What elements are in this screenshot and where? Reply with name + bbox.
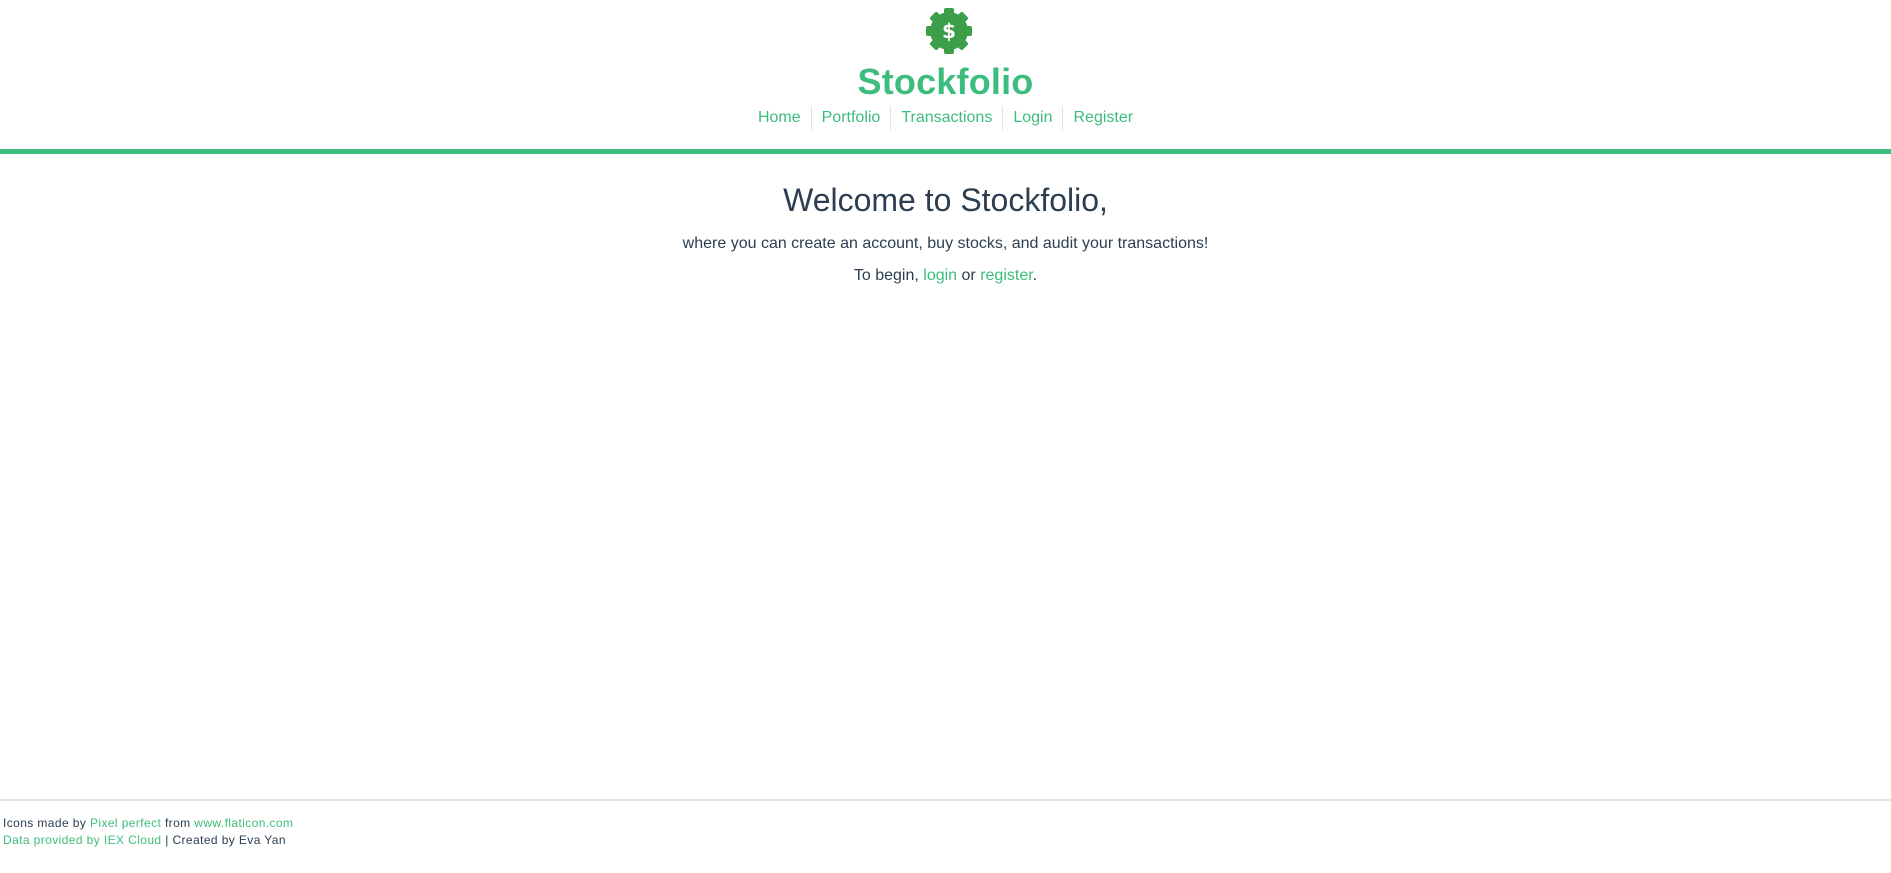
begin-prefix: To begin, [853, 267, 924, 284]
welcome-title: Welcome to Stockfolio, [783, 182, 1108, 218]
flaticon-link[interactable]: www.flaticon.com [194, 816, 293, 830]
nav-login-link[interactable]: Login [1002, 106, 1062, 130]
or-text: or [957, 267, 981, 284]
site-brand[interactable]: Stockfolio [0, 58, 1891, 106]
footer-created-by: | Created by Eva Yan [161, 833, 286, 847]
site-header: $ Stockfolio Home Portfolio Transactions… [0, 0, 1891, 150]
begin-text: To begin, login or register. [0, 264, 1891, 288]
register-link[interactable]: register [980, 267, 1032, 284]
nav-transactions-link[interactable]: Transactions [890, 106, 1002, 130]
nav-register-link[interactable]: Register [1062, 106, 1143, 130]
login-link[interactable]: login [923, 267, 957, 284]
svg-text:$: $ [942, 19, 956, 43]
footer-credits-line: Icons made by Pixel perfect from www.fla… [3, 815, 293, 832]
pixel-perfect-link[interactable]: Pixel perfect [90, 816, 161, 830]
page: $ Stockfolio Home Portfolio Transactions… [0, 0, 1891, 873]
welcome-subtitle: where you can create an account, buy sto… [682, 235, 1209, 252]
begin-suffix: . [1032, 267, 1038, 284]
main-content: Welcome to Stockfolio, where you can cre… [0, 178, 1891, 288]
site-footer: Icons made by Pixel perfect from www.fla… [3, 815, 293, 849]
iex-cloud-link[interactable]: Data provided by IEX Cloud [3, 833, 161, 847]
footer-data-line: Data provided by IEX Cloud | Created by … [3, 832, 293, 849]
main-nav: Home Portfolio Transactions Login Regist… [0, 106, 1891, 130]
nav-portfolio-link[interactable]: Portfolio [810, 106, 891, 130]
footer-from-text: from [161, 816, 195, 830]
footer-icons-prefix: Icons made by [3, 816, 90, 830]
header-divider [0, 149, 1891, 154]
nav-home-link[interactable]: Home [748, 106, 811, 130]
gear-dollar-icon: $ [926, 8, 972, 54]
footer-divider [0, 799, 1891, 801]
